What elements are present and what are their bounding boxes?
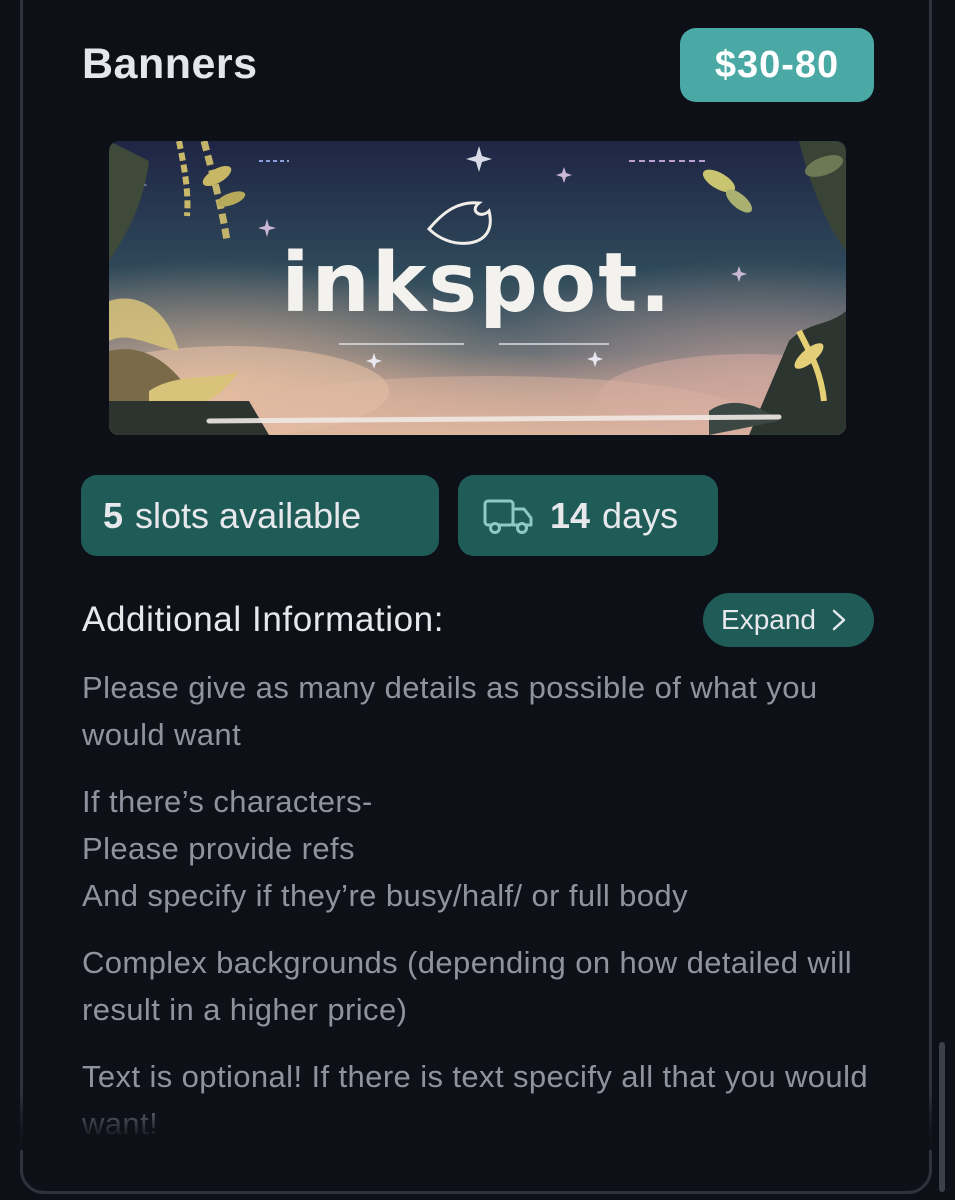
slots-label: slots available xyxy=(135,494,362,536)
expand-label: Expand xyxy=(721,604,816,635)
additional-info-heading: Additional Information: xyxy=(82,600,445,639)
listing-title: Banners xyxy=(82,40,258,88)
delivery-time-chip: 14 days xyxy=(458,475,718,556)
price-badge: $30-80 xyxy=(680,28,874,102)
truck-icon xyxy=(483,499,533,534)
expand-button[interactable]: Expand xyxy=(703,593,874,647)
slots-count: 5 xyxy=(103,494,124,536)
banner-logo-text: inkspot. xyxy=(281,236,672,331)
days-count: 14 xyxy=(550,494,591,536)
chevron-right-icon xyxy=(832,609,846,631)
info-paragraph: Complex backgrounds (depending on how de… xyxy=(82,945,853,1027)
info-paragraph: Text is optional! If there is text speci… xyxy=(82,1059,869,1141)
scrollbar-thumb[interactable] xyxy=(939,1042,945,1192)
banner-artwork-image: inkspot. xyxy=(109,141,846,435)
info-paragraph: If there’s characters- Please provide re… xyxy=(82,784,688,913)
info-paragraph: Please give as many details as possible … xyxy=(82,670,818,752)
days-label: days xyxy=(602,494,679,536)
slots-available-chip: 5 slots available xyxy=(81,475,439,556)
